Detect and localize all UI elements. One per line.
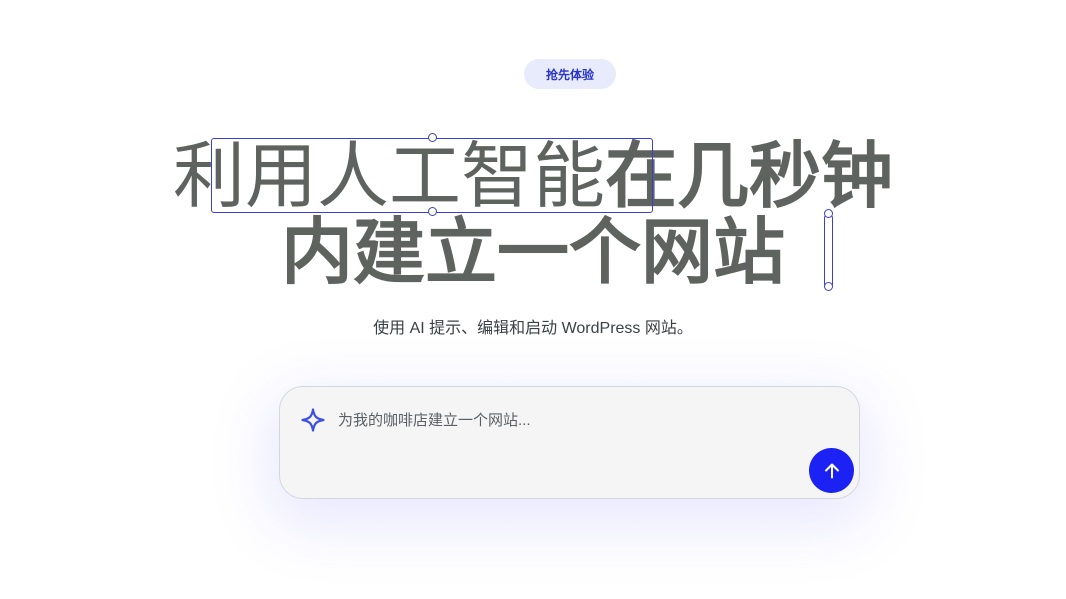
caret-handle-bottom[interactable] [824,282,833,291]
send-button[interactable] [809,448,854,493]
headline-line-1: 利用人工智能在几秒钟 [0,136,1066,216]
headline-line-2: 内建立一个网站 [0,212,1066,292]
subtitle: 使用 AI 提示、编辑和启动 WordPress 网站。 [373,320,693,337]
text-cursor-caret [824,209,833,291]
headline-text-rest[interactable]: 在几秒钟 [605,134,893,218]
headline-text-line2[interactable]: 内建立一个网站 [281,210,785,294]
prompt-input[interactable] [338,407,778,433]
prompt-box[interactable] [279,386,860,499]
page: 抢先体验 利用人工智能在几秒钟 内建立一个网站 使用 AI 提示、编辑和启动 W… [0,0,1066,599]
headline-selected-text[interactable]: 利用人工智能 [173,134,605,218]
sparkle-icon [300,407,326,433]
early-access-badge[interactable]: 抢先体验 [524,59,616,89]
caret-handle-top[interactable] [824,209,833,218]
arrow-up-icon [822,461,842,481]
